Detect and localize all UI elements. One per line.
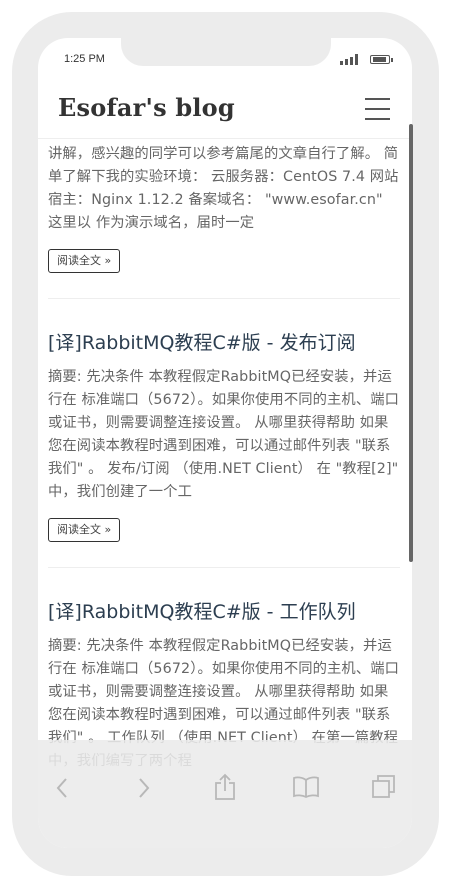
hamburger-menu-icon[interactable] bbox=[365, 97, 391, 123]
back-chevron-icon[interactable] bbox=[55, 777, 69, 804]
forward-chevron-icon[interactable] bbox=[137, 777, 151, 804]
read-more-button[interactable]: 阅读全文 » bbox=[48, 518, 121, 542]
read-more-button[interactable]: 阅读全文 » bbox=[48, 249, 121, 273]
post-summary: 摘要: 先决条件 本教程假定RabbitMQ已经安装，并运行在 标准端口（567… bbox=[48, 369, 400, 500]
phone-notch bbox=[121, 38, 331, 66]
post-divider bbox=[48, 298, 400, 299]
scrollbar[interactable] bbox=[409, 124, 413, 562]
status-time: 1:25 PM bbox=[64, 53, 105, 65]
battery-icon bbox=[370, 55, 390, 64]
site-title[interactable]: Esofar's blog bbox=[58, 93, 235, 122]
post-list[interactable]: 讲解，感兴趣的同学可以参考篇尾的文章自行了解。 简单了解下我的实验环境： 云服务… bbox=[38, 139, 412, 770]
book-icon[interactable] bbox=[292, 776, 320, 803]
post-title[interactable]: [译]RabbitMQ教程C#版 - 发布订阅 bbox=[48, 328, 408, 355]
battery-tip bbox=[391, 58, 393, 62]
post-divider bbox=[48, 567, 400, 568]
signal-icon bbox=[340, 54, 360, 65]
tabs-icon[interactable] bbox=[371, 773, 397, 804]
post-title[interactable]: [译]RabbitMQ教程C#版 - 工作队列 bbox=[48, 597, 408, 624]
share-icon[interactable] bbox=[214, 773, 236, 806]
post-summary: 讲解，感兴趣的同学可以参考篇尾的文章自行了解。 简单了解下我的实验环境： 云服务… bbox=[48, 146, 399, 231]
